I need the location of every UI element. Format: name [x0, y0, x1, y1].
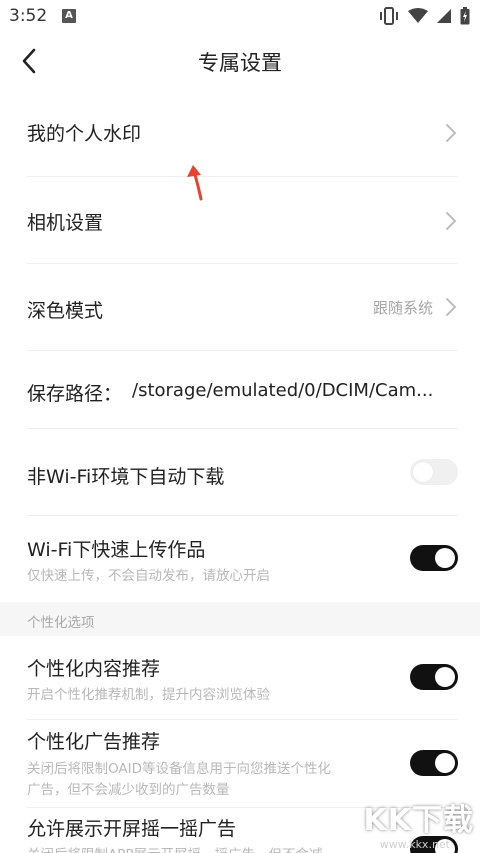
- site-watermark: KK下载: [363, 803, 474, 838]
- row-description: 开启个性化推荐机制，提升内容浏览体验: [27, 687, 270, 703]
- personalized-ads-toggle[interactable]: [410, 750, 458, 776]
- chevron-right-icon: [446, 212, 457, 230]
- dark-mode-value: 跟随系统: [372, 299, 433, 317]
- row-save-path[interactable]: 保存路径： /storage/emulated/0/DCIM/Cam...: [0, 351, 480, 429]
- non-wifi-download-toggle[interactable]: [410, 459, 458, 485]
- chevron-right-icon: [446, 124, 457, 142]
- chevron-right-icon: [446, 298, 457, 316]
- row-description: 仅快速上传，不会自动发布，请放心开启: [27, 568, 270, 584]
- signal-icon: [437, 9, 451, 23]
- row-personalized-content: 个性化内容推荐 开启个性化推荐机制，提升内容浏览体验: [0, 636, 480, 720]
- status-time: 3:52: [9, 6, 48, 26]
- row-label: 我的个人水印: [27, 123, 142, 145]
- row-label: 个性化内容推荐: [27, 658, 161, 680]
- battery-icon: [460, 7, 470, 25]
- nav-bar: 专属设置: [0, 34, 480, 88]
- toggle-knob: [435, 548, 455, 568]
- section-title: 个性化选项: [27, 615, 95, 631]
- row-label: 相机设置: [27, 212, 104, 234]
- vibrate-icon: [380, 7, 398, 25]
- toggle-knob: [413, 462, 433, 482]
- row-my-watermark[interactable]: 我的个人水印: [0, 88, 480, 177]
- site-watermark-url: www.kkx.net: [379, 838, 450, 851]
- wifi-upload-toggle[interactable]: [410, 545, 458, 571]
- row-non-wifi-download: 非Wi-Fi环境下自动下载: [0, 429, 480, 516]
- personalized-content-toggle[interactable]: [410, 664, 458, 690]
- row-label: 个性化广告推荐: [27, 731, 161, 753]
- toggle-knob: [435, 753, 455, 773]
- row-dark-mode[interactable]: 深色模式 跟随系统: [0, 264, 480, 351]
- row-camera-settings[interactable]: 相机设置: [0, 177, 480, 264]
- page-title: 专属设置: [198, 51, 282, 75]
- row-label: Wi-Fi下快速上传作品: [27, 539, 206, 561]
- toggle-knob: [435, 667, 455, 687]
- save-path-value: /storage/emulated/0/DCIM/Cam...: [132, 380, 434, 401]
- row-description: 关闭后将限制OAID等设备信息用于向您推送个性化: [27, 761, 331, 777]
- row-wifi-upload: Wi-Fi下快速上传作品 仅快速上传，不会自动发布，请放心开启: [0, 516, 480, 602]
- section-header: 个性化选项: [0, 602, 480, 636]
- row-description: 关闭后将限制APP展示开屏摇一摇广告，但不会减: [27, 843, 323, 853]
- row-label: 深色模式: [27, 300, 104, 322]
- row-label: 非Wi-Fi环境下自动下载: [27, 466, 225, 488]
- row-label: 允许展示开屏摇一摇广告: [27, 818, 237, 840]
- row-description: 广告，但不会减少收到的广告数量: [27, 782, 230, 798]
- status-icons: [378, 7, 470, 25]
- wifi-icon: [408, 8, 428, 23]
- notification-icon: A: [62, 9, 76, 23]
- status-bar: 3:52 A: [0, 0, 480, 34]
- row-label: 保存路径：: [27, 383, 123, 405]
